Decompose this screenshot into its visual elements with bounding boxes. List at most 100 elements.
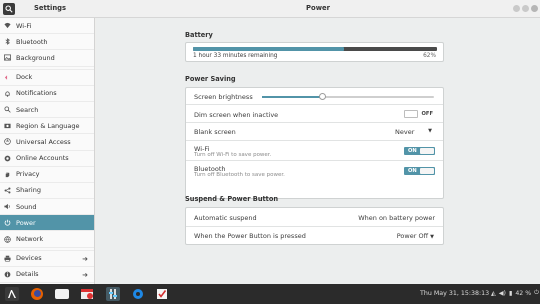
battery-level-fill: [193, 47, 345, 51]
sidebar-item-dock[interactable]: Dock: [0, 70, 94, 86]
sidebar-item-privacy[interactable]: Privacy: [0, 167, 94, 183]
sidebar-item-label: Devices: [16, 254, 42, 263]
minimize-button[interactable]: [513, 5, 520, 12]
sidebar-item-universal-access[interactable]: Universal Access: [0, 134, 94, 151]
background-icon: [4, 54, 11, 61]
clock[interactable]: Thu May 31, 15:38:13: [420, 290, 489, 297]
wifi-row: Wi-Fi Turn off Wi-Fi to save power. ON: [186, 141, 443, 161]
sidebar-item-bluetooth[interactable]: Bluetooth: [0, 34, 94, 51]
close-button[interactable]: [531, 5, 538, 12]
sidebar-item-label: Online Accounts: [16, 154, 69, 163]
maximize-button[interactable]: [522, 5, 529, 12]
accessibility-icon: [4, 138, 11, 146]
brightness-row: Screen brightness: [186, 88, 443, 105]
dim-screen-label: Dim screen when inactive: [194, 111, 279, 119]
bluetooth-icon: [4, 38, 11, 46]
battery-percent: 42 %: [515, 289, 532, 297]
bluetooth-sublabel: Turn off Bluetooth to save power.: [194, 172, 285, 178]
wifi-sublabel: Turn off Wi-Fi to save power.: [194, 152, 272, 158]
taskbar: Thu May 31, 15:38:13 ◭ ◀) ▮ 42 % ⏻: [0, 284, 540, 304]
sidebar-item-label: Background: [16, 53, 55, 62]
sidebar-item-label: Network: [16, 235, 44, 244]
search-icon: [4, 106, 11, 113]
wifi-toggle[interactable]: ON: [404, 147, 435, 155]
menu-icon[interactable]: [5, 287, 19, 301]
blank-screen-label: Blank screen: [194, 128, 236, 136]
power-button-value: Power Off: [396, 232, 429, 240]
bluetooth-toggle[interactable]: ON: [404, 167, 435, 175]
sidebar-item-label: Details: [16, 270, 39, 279]
sidebar-item-label: Sharing: [16, 186, 41, 195]
sidebar-item-label: Region & Language: [16, 121, 80, 130]
bluetooth-row: Bluetooth Turn off Bluetooth to save pow…: [186, 161, 443, 181]
chevron-right-icon: ➜: [82, 270, 88, 279]
sidebar-item-region-language[interactable]: Region & Language: [0, 118, 94, 135]
power-saving-card: Screen brightness Dim screen when inacti…: [185, 87, 444, 199]
power-button-dropdown[interactable]: Power Off ▼: [397, 232, 434, 240]
chevron-down-icon: ▼: [428, 128, 432, 134]
toggle-knob: [420, 168, 434, 174]
dim-screen-row: Dim screen when inactive OFF: [186, 105, 443, 123]
sidebar-item-label: Notifications: [16, 89, 57, 98]
power-button-row: When the Power Button is pressed Power O…: [186, 227, 443, 245]
wifi-icon: [4, 22, 11, 29]
brightness-slider-thumb[interactable]: [318, 93, 326, 100]
status-area[interactable]: ◭ ◀) ▮ 42 % ⏻: [491, 289, 539, 297]
brightness-label: Screen brightness: [194, 93, 253, 101]
sidebar-item-details[interactable]: Details ➜: [0, 267, 94, 283]
bell-icon: [4, 90, 11, 97]
battery-level-bar: [193, 47, 437, 51]
sidebar-item-background[interactable]: Background: [0, 50, 94, 67]
toggle-state: OFF: [421, 111, 434, 117]
calendar-app-icon[interactable]: [80, 287, 94, 301]
hand-icon: [4, 171, 11, 178]
camera-icon: [4, 122, 11, 129]
files-icon[interactable]: [55, 289, 69, 299]
sidebar-item-notifications[interactable]: Notifications: [0, 86, 94, 102]
dim-screen-toggle[interactable]: OFF: [404, 110, 435, 118]
toggle-knob: [404, 110, 418, 118]
blank-screen-dropdown[interactable]: Never ▼: [395, 128, 432, 136]
title-bar: Settings Power: [0, 0, 540, 18]
automatic-suspend-label: Automatic suspend: [194, 214, 257, 222]
sidebar-item-sharing[interactable]: Sharing: [0, 183, 94, 200]
toggle-knob: [420, 148, 434, 154]
firefox-icon[interactable]: [30, 287, 44, 301]
sidebar-item-search[interactable]: Search: [0, 102, 94, 119]
sidebar-item-label: Power: [16, 218, 36, 227]
network-icon: [4, 235, 11, 243]
sidebar-item-power[interactable]: Power: [0, 215, 94, 232]
network-status-icon: ◭: [491, 289, 496, 297]
cloud-icon: [4, 155, 11, 162]
brightness-slider-fill: [262, 96, 323, 98]
chevron-down-icon: ▼: [430, 234, 434, 240]
battery-card: 1 hour 33 minutes remaining 62%: [185, 42, 444, 62]
sidebar-item-label: Sound: [16, 202, 37, 211]
info-icon: [4, 271, 11, 278]
settings-app-icon[interactable]: [106, 287, 120, 301]
brightness-slider[interactable]: [262, 93, 434, 100]
battery-status-icon: ▮: [508, 289, 513, 297]
blank-screen-row: Blank screen Never ▼: [186, 123, 443, 141]
sidebar-item-online-accounts[interactable]: Online Accounts: [0, 151, 94, 167]
sidebar: Wi-Fi Bluetooth Background Dock Notifica…: [0, 18, 95, 284]
sidebar-item-network[interactable]: Network: [0, 231, 94, 248]
gear-icon[interactable]: [131, 287, 145, 301]
panel-title: Power: [306, 4, 330, 12]
power-button-label: When the Power Button is pressed: [194, 232, 306, 240]
battery-remaining: 1 hour 33 minutes remaining: [193, 53, 278, 59]
power-panel: Battery 1 hour 33 minutes remaining 62% …: [96, 18, 540, 284]
sidebar-item-sound[interactable]: Sound: [0, 199, 94, 216]
printer-icon: [4, 255, 11, 262]
chevron-right-icon: ➜: [82, 254, 88, 263]
sidebar-item-label: Search: [16, 105, 39, 114]
automatic-suspend-row[interactable]: Automatic suspend When on battery power: [186, 208, 443, 227]
sidebar-item-label: Universal Access: [16, 137, 71, 146]
sidebar-item-label: Bluetooth: [16, 37, 48, 46]
sidebar-item-devices[interactable]: Devices ➜: [0, 251, 94, 267]
sidebar-item-wifi[interactable]: Wi-Fi: [0, 18, 94, 35]
volume-icon: ◀): [498, 289, 506, 297]
battery-percent: 62%: [423, 53, 436, 59]
sidebar-item-label: Dock: [16, 73, 33, 82]
tasks-icon[interactable]: [155, 287, 169, 301]
